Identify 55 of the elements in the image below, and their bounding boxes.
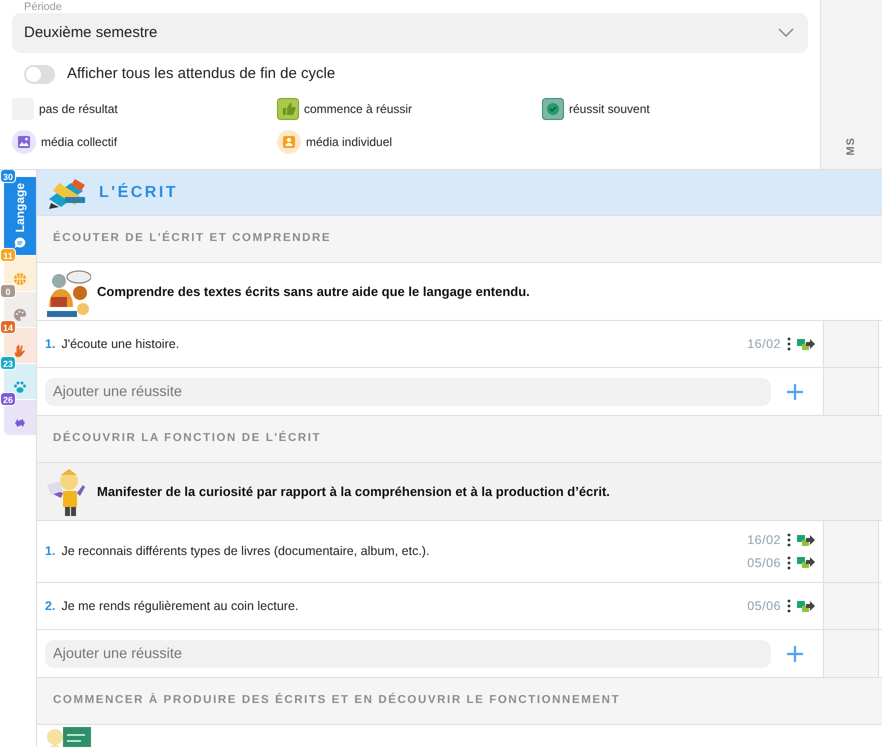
count-badge: 26 <box>0 392 16 406</box>
legend-label: média collectif <box>41 134 118 150</box>
section-title: ÉCOUTER DE L'ÉCRIT ET COMPRENDRE <box>53 230 332 246</box>
count-badge: 0 <box>0 284 16 298</box>
item-text: 2. Je me rends régulièrement au coin lecture. <box>45 598 298 615</box>
result-cell[interactable] <box>823 521 879 582</box>
objective-text: Comprendre des textes écrits sans autre aide que le langage entendu. <box>97 282 530 301</box>
kebab-menu-icon[interactable] <box>787 599 791 613</box>
date-label: 16/02 <box>747 336 781 353</box>
count-badge: 14 <box>0 320 16 334</box>
result-cell[interactable] <box>823 630 879 677</box>
ball-icon <box>13 272 27 286</box>
objective-text: Manifester de la curiosité par rapport à la compréhension et à la production d’écrit. <box>97 482 610 501</box>
speech-bubble-icon <box>13 236 27 250</box>
item-text: 1. Je reconnais différents types de livres (documentaire, album, etc.). <box>45 543 430 560</box>
item-text: 1. J'écoute une histoire. <box>45 336 180 353</box>
domain-title: L'ÉCRIT <box>99 182 178 202</box>
legend-label: commence à réussir <box>304 100 412 118</box>
toggle-label: Afficher tous les attendus de fin de cycle <box>67 64 336 84</box>
add-field[interactable]: Ajouter une réussite <box>45 378 771 406</box>
kebab-menu-icon[interactable] <box>787 556 791 570</box>
thumbs-up-icon <box>277 98 299 120</box>
chevron-down-icon <box>778 28 794 38</box>
result-cell[interactable] <box>823 321 879 367</box>
kebab-menu-icon[interactable] <box>787 533 791 548</box>
image-icon <box>12 130 36 154</box>
result-arrow-icon[interactable] <box>797 600 815 612</box>
result-cell[interactable] <box>823 583 879 629</box>
add-field[interactable]: Ajouter une réussite <box>45 640 771 668</box>
section-title: DÉCOUVRIR LA FONCTION DE L'ÉCRIT <box>53 430 322 446</box>
result-arrow-icon[interactable] <box>797 534 815 546</box>
column-header: MS <box>844 136 858 155</box>
plus-icon <box>787 384 803 400</box>
date-label: 16/02 <box>747 532 781 549</box>
date-label: 05/06 <box>747 598 781 615</box>
legend-label: média individuel <box>306 134 392 150</box>
result-cell[interactable] <box>823 368 879 415</box>
field-label: Période <box>24 0 62 15</box>
swap-arrows-icon <box>13 416 27 430</box>
paw-icon <box>13 380 27 394</box>
count-badge: 23 <box>0 356 16 370</box>
toggle-switch[interactable] <box>24 64 55 84</box>
count-badge: 11 <box>0 248 16 262</box>
result-arrow-icon[interactable] <box>797 557 815 568</box>
date-label: 05/06 <box>747 554 781 572</box>
result-arrow-icon[interactable] <box>797 338 815 350</box>
legend-label: réussit souvent <box>569 100 650 118</box>
plus-icon <box>787 646 803 662</box>
section-title: COMMENCER À PRODUIRE DES ÉCRITS ET EN DÉCOUVRIR LE FONCTIONNEMENT <box>53 692 620 708</box>
palette-icon <box>13 308 27 322</box>
legend-label: pas de résultat <box>39 100 118 118</box>
count-badge: 30 <box>0 170 16 183</box>
hand-icon <box>13 344 27 358</box>
kebab-menu-icon[interactable] <box>787 337 791 351</box>
person-icon <box>277 130 301 154</box>
